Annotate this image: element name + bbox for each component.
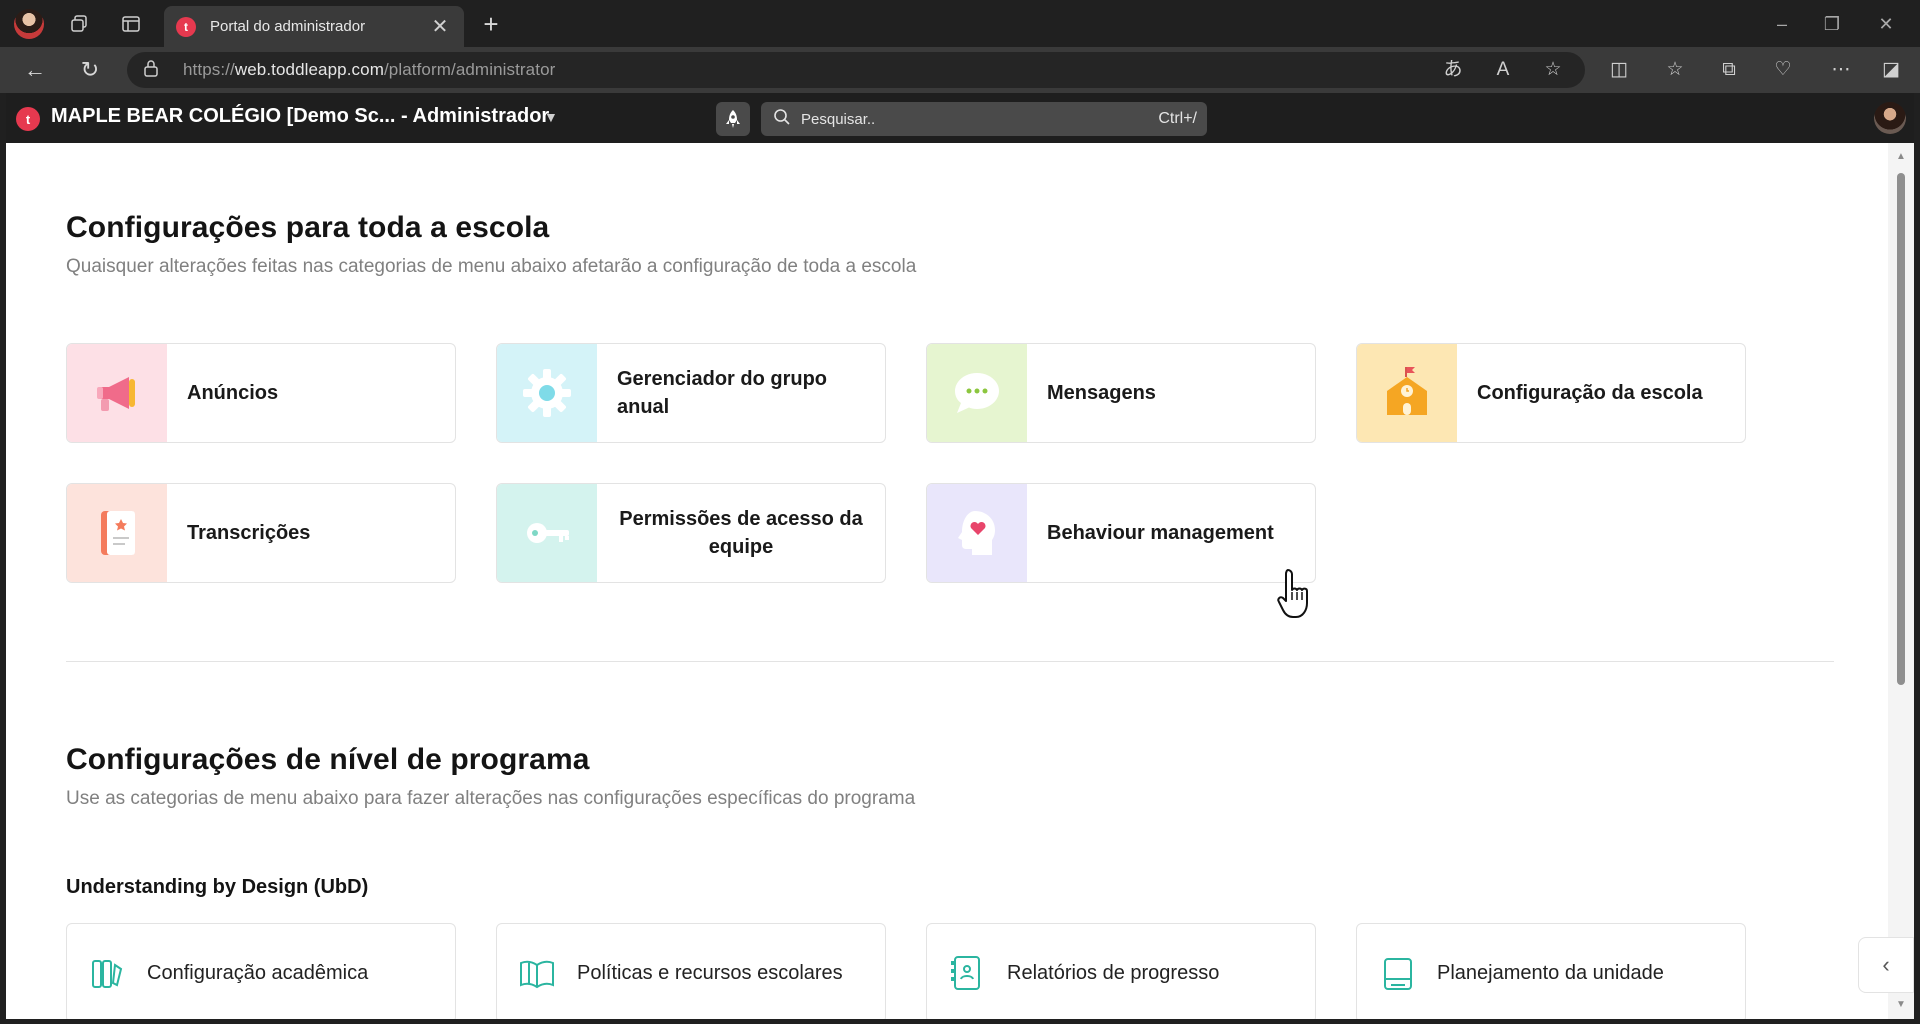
planner-icon bbox=[1357, 924, 1437, 1019]
close-tab-icon[interactable]: ✕ bbox=[428, 14, 452, 39]
scroll-up-icon[interactable]: ▲ bbox=[1894, 151, 1908, 165]
tools-icon bbox=[67, 924, 147, 1019]
collections-icon[interactable]: ⧉ bbox=[1714, 56, 1744, 84]
workspaces-icon[interactable] bbox=[64, 9, 94, 39]
favorite-star-icon[interactable]: ☆ bbox=[1538, 56, 1568, 84]
card-transcricoes[interactable]: Transcrições bbox=[66, 483, 456, 583]
page-scrollbar[interactable]: ▲ ▼ bbox=[1888, 143, 1914, 1019]
card-anuncios[interactable]: Anúncios bbox=[66, 343, 456, 443]
program-level-subtitle: Use as categorias de menu abaixo para fa… bbox=[66, 788, 916, 809]
card-label: Permissões de acesso da equipe bbox=[619, 508, 863, 558]
search-icon bbox=[773, 108, 791, 131]
card-configuracao-academica[interactable]: Configuração acadêmica bbox=[66, 923, 456, 1019]
card-politicas-recursos[interactable]: Políticas e recursos escolares bbox=[496, 923, 886, 1019]
program-group-title: Understanding by Design (UbD) bbox=[66, 876, 369, 898]
program-level-title: Configurações de nível de programa bbox=[66, 743, 590, 776]
gear-icon bbox=[497, 344, 597, 442]
card-label: Configuração da escola bbox=[1477, 382, 1703, 404]
open-book-icon bbox=[497, 924, 577, 1019]
refresh-icon[interactable]: ↻ bbox=[75, 55, 105, 85]
vertical-tabs-icon[interactable] bbox=[116, 9, 146, 39]
tab-title: Portal do administrador bbox=[210, 18, 366, 35]
favorites-list-icon[interactable]: ☆ bbox=[1660, 56, 1690, 84]
caret-down-icon[interactable]: ▼ bbox=[544, 105, 558, 129]
tab-favicon-icon: t bbox=[176, 16, 196, 37]
search-placeholder: Pesquisar.. bbox=[801, 110, 876, 128]
browser-tab-bar: t Portal do administrador ✕ + – ❐ ✕ bbox=[0, 0, 1920, 47]
browser-address-bar: ← ↻ https://web.toddleapp.com/platform/a… bbox=[0, 47, 1920, 93]
school-switcher[interactable]: MAPLE BEAR COLÉGIO [Demo Sc... - Adminis… bbox=[51, 105, 549, 128]
card-label: Anúncios bbox=[187, 382, 279, 404]
card-label: Relatórios de progresso bbox=[1007, 962, 1220, 984]
page-content: Configurações para toda a escola Quaisqu… bbox=[6, 143, 1888, 1019]
minimize-icon[interactable]: – bbox=[1762, 10, 1802, 38]
school-wide-title: Configurações para toda a escola bbox=[66, 211, 550, 244]
lock-icon bbox=[143, 59, 167, 81]
card-label: Políticas e recursos escolares bbox=[577, 962, 843, 984]
rocket-icon[interactable] bbox=[716, 102, 750, 136]
restore-icon[interactable]: ❐ bbox=[1812, 10, 1852, 38]
card-label: Planejamento da unidade bbox=[1437, 962, 1664, 984]
app-header: t MAPLE BEAR COLÉGIO [Demo Sc... - Admin… bbox=[6, 93, 1914, 143]
collapse-panel-chevron-left-icon[interactable]: ‹ bbox=[1858, 937, 1914, 993]
card-relatorios-progresso[interactable]: Relatórios de progresso bbox=[926, 923, 1316, 1019]
search-input[interactable]: Pesquisar.. Ctrl+/ bbox=[761, 102, 1207, 136]
hand-pointer-cursor-icon bbox=[1277, 569, 1308, 618]
school-wide-subtitle: Quaisquer alterações feitas nas categori… bbox=[66, 256, 917, 277]
new-tab-button[interactable]: + bbox=[476, 10, 506, 40]
read-aloud-icon[interactable]: A bbox=[1488, 56, 1518, 84]
close-window-icon[interactable]: ✕ bbox=[1866, 10, 1906, 38]
head-heart-icon bbox=[927, 484, 1027, 582]
school-building-icon bbox=[1357, 344, 1457, 442]
card-behaviour-management[interactable]: Behaviour management bbox=[926, 483, 1316, 583]
card-permissoes-acesso[interactable]: Permissões de acesso da equipe bbox=[496, 483, 886, 583]
browser-profile-avatar[interactable] bbox=[14, 9, 44, 39]
scroll-down-icon[interactable]: ▼ bbox=[1894, 999, 1908, 1013]
split-screen-icon[interactable]: ◫ bbox=[1604, 56, 1634, 84]
card-label: Transcrições bbox=[187, 522, 311, 544]
card-label: Behaviour management bbox=[1047, 522, 1274, 544]
card-label: Gerenciador do grupo anual bbox=[617, 368, 828, 418]
back-arrow-icon[interactable]: ← bbox=[20, 55, 50, 85]
user-avatar[interactable] bbox=[1874, 102, 1906, 134]
key-icon bbox=[497, 484, 597, 582]
copilot-icon[interactable]: ◪ bbox=[1876, 56, 1906, 84]
card-mensagens[interactable]: Mensagens bbox=[926, 343, 1316, 443]
card-gerenciador-grupo-anual[interactable]: Gerenciador do grupo anual bbox=[496, 343, 886, 443]
browser-health-icon[interactable]: ♡ bbox=[1768, 56, 1798, 84]
card-label: Configuração acadêmica bbox=[147, 962, 369, 984]
section-divider bbox=[66, 661, 1834, 662]
chat-bubble-icon bbox=[927, 344, 1027, 442]
translate-icon[interactable]: あ bbox=[1438, 56, 1468, 84]
card-planejamento-unidade[interactable]: Planejamento da unidade bbox=[1356, 923, 1746, 1019]
more-menu-icon[interactable]: ⋯ bbox=[1826, 56, 1856, 84]
megaphone-icon bbox=[67, 344, 167, 442]
report-icon bbox=[927, 924, 1007, 1019]
card-label: Mensagens bbox=[1047, 382, 1156, 404]
card-configuracao-escola[interactable]: Configuração da escola bbox=[1356, 343, 1746, 443]
search-shortcut: Ctrl+/ bbox=[1158, 110, 1197, 127]
scroll-thumb[interactable] bbox=[1897, 173, 1905, 685]
notebook-icon bbox=[67, 484, 167, 582]
toddle-logo-icon[interactable]: t bbox=[16, 107, 40, 131]
url-text: https://web.toddleapp.com/platform/admin… bbox=[183, 60, 556, 79]
url-field[interactable]: https://web.toddleapp.com/platform/admin… bbox=[127, 52, 1585, 88]
tab-portal-administrador[interactable]: t Portal do administrador ✕ bbox=[164, 6, 464, 47]
